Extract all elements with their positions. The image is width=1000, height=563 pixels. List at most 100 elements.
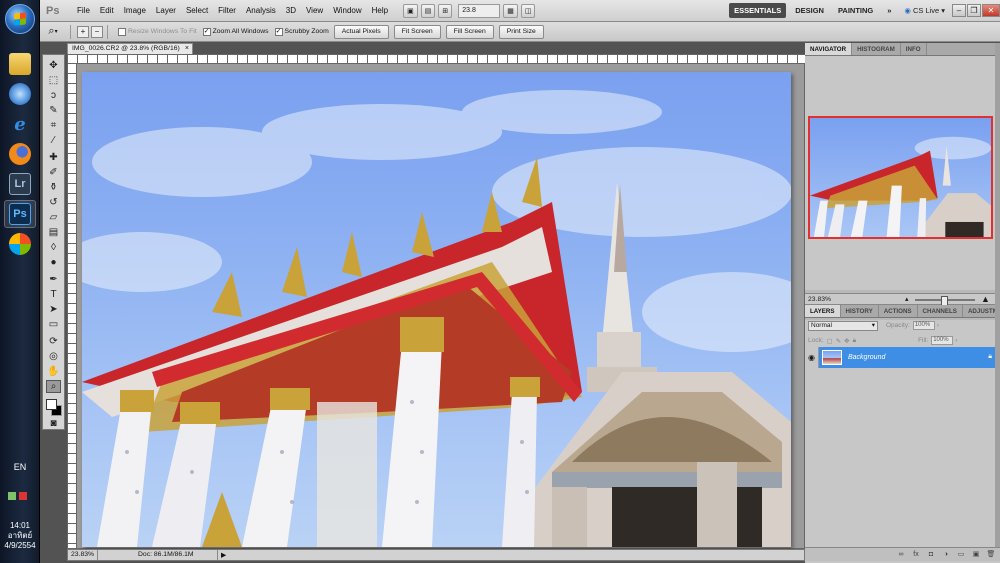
lock-all-icon[interactable]: 🔒︎: [853, 337, 856, 345]
blur-tool-icon[interactable]: ◊: [46, 241, 61, 254]
print-size-button[interactable]: Print Size: [498, 24, 544, 39]
zoom-all-windows-checkbox[interactable]: ✓ Zoom All Windows: [202, 27, 269, 36]
lock-transparency-icon[interactable]: ▢: [827, 337, 833, 345]
status-menu-arrow-icon[interactable]: ▶: [218, 551, 226, 559]
taskbar-internet-explorer[interactable]: e: [4, 110, 36, 138]
menu-filter[interactable]: Filter: [213, 6, 241, 15]
path-selection-tool-icon[interactable]: ➤: [46, 303, 61, 316]
fill-field[interactable]: 100%: [931, 336, 954, 345]
clock[interactable]: 14:01 อาทิตย์ 4/9/2554: [0, 521, 40, 551]
taskbar-media-player[interactable]: [4, 230, 36, 258]
new-group-icon[interactable]: ▭: [956, 550, 966, 559]
more-workspaces-button[interactable]: »: [882, 3, 896, 18]
menu-view[interactable]: View: [301, 6, 328, 15]
chevron-right-icon[interactable]: ›: [937, 322, 939, 329]
opacity-field[interactable]: 100%: [912, 321, 935, 330]
menu-window[interactable]: Window: [328, 6, 366, 15]
menu-edit[interactable]: Edit: [95, 6, 119, 15]
chevron-right-icon[interactable]: ›: [955, 337, 957, 344]
minimize-icon[interactable]: –: [952, 4, 966, 17]
tab-history[interactable]: HISTORY: [841, 305, 879, 317]
lock-pixels-icon[interactable]: ✎: [836, 337, 841, 345]
adjustment-layer-icon[interactable]: ◑: [941, 550, 951, 559]
taskbar-photoshop[interactable]: Ps: [4, 200, 36, 228]
horizontal-ruler[interactable]: [68, 55, 806, 64]
brush-tool-icon[interactable]: ✐: [46, 166, 61, 179]
3d-rotate-tool-icon[interactable]: ⟳: [46, 335, 61, 348]
restore-icon[interactable]: ❐: [967, 4, 981, 17]
cs-live-button[interactable]: ◉ CS Live ▾: [904, 6, 945, 15]
move-tool-icon[interactable]: ✥: [46, 59, 61, 72]
eyedropper-tool-icon[interactable]: ⁄: [46, 134, 61, 147]
close-icon[interactable]: ×: [185, 44, 189, 54]
link-layers-icon[interactable]: ∞: [896, 550, 906, 559]
tab-info[interactable]: INFO: [901, 43, 927, 55]
dodge-tool-icon[interactable]: ●: [46, 256, 61, 269]
fill-screen-button[interactable]: Fill Screen: [445, 24, 494, 39]
lasso-tool-icon[interactable]: ↄ: [46, 89, 61, 102]
taskbar-network[interactable]: [4, 80, 36, 108]
zoom-level-field[interactable]: 23.8: [458, 3, 501, 18]
crop-tool-icon[interactable]: ⌗: [46, 119, 61, 132]
new-layer-icon[interactable]: ▣: [971, 550, 981, 559]
menu-3d[interactable]: 3D: [281, 6, 301, 15]
spot-healing-tool-icon[interactable]: ✚: [46, 151, 61, 164]
tab-actions[interactable]: ACTIONS: [879, 305, 918, 317]
navigator-thumbnail[interactable]: [808, 116, 993, 239]
zoom-tool-preset[interactable]: ⌕ ▾: [40, 24, 66, 40]
vertical-ruler[interactable]: [68, 64, 77, 548]
resize-windows-checkbox[interactable]: Resize Windows To Fit: [118, 27, 197, 36]
eraser-tool-icon[interactable]: ▱: [46, 211, 61, 224]
layer-row-selected[interactable]: Background 🔒︎: [819, 346, 1000, 368]
history-brush-tool-icon[interactable]: ↺: [46, 196, 61, 209]
view-extras-button[interactable]: ⊞: [438, 3, 453, 18]
workspace-design[interactable]: DESIGN: [790, 3, 829, 18]
taskbar-firefox[interactable]: [4, 140, 36, 168]
image-canvas[interactable]: [82, 72, 791, 547]
flag-tray-icon[interactable]: [19, 492, 27, 500]
tab-navigator[interactable]: NAVIGATOR: [805, 43, 853, 55]
launch-bridge-button[interactable]: ▣: [403, 3, 418, 18]
foreground-color-swatch[interactable]: [46, 399, 57, 410]
workspace-essentials[interactable]: ESSENTIALS: [729, 3, 787, 18]
scrubby-zoom-checkbox[interactable]: ✓ Scrubby Zoom: [274, 27, 329, 36]
layer-mask-icon[interactable]: ◘: [926, 550, 936, 559]
zoom-in-mountain-icon[interactable]: ▲: [981, 294, 990, 304]
menu-layer[interactable]: Layer: [151, 6, 181, 15]
close-icon[interactable]: ✕: [982, 4, 1000, 17]
layer-style-icon[interactable]: fx: [911, 550, 921, 559]
network-tray-icon[interactable]: [8, 492, 16, 500]
type-tool-icon[interactable]: T: [46, 288, 61, 301]
layer-row-background[interactable]: ◉ Background 🔒︎: [805, 346, 1000, 368]
navigator-zoom-slider[interactable]: [915, 296, 975, 306]
arrange-documents-button[interactable]: ▦: [503, 3, 518, 18]
quick-mask-icon[interactable]: ◙: [46, 417, 61, 430]
tab-layers[interactable]: LAYERS: [805, 305, 841, 317]
menu-analysis[interactable]: Analysis: [241, 6, 281, 15]
shape-tool-icon[interactable]: ▭: [46, 318, 61, 331]
hand-tool-icon[interactable]: ✋: [46, 365, 61, 378]
workspace-painting[interactable]: PAINTING: [833, 3, 878, 18]
blend-mode-select[interactable]: Normal ▾: [808, 320, 878, 331]
launch-mini-bridge-button[interactable]: ▤: [420, 3, 436, 18]
menu-select[interactable]: Select: [181, 6, 213, 15]
eye-icon[interactable]: ◉: [805, 346, 819, 368]
panel-collapse-strip[interactable]: [995, 43, 1000, 548]
gradient-tool-icon[interactable]: ▤: [46, 226, 61, 239]
zoom-tool-icon[interactable]: ⌕: [46, 380, 61, 393]
lock-position-icon[interactable]: ✥: [844, 337, 849, 345]
navigator-zoom-value[interactable]: 23.83%: [808, 296, 831, 303]
fit-screen-button[interactable]: Fit Screen: [393, 24, 441, 39]
tab-histogram[interactable]: HISTOGRAM: [852, 43, 901, 55]
tab-channels[interactable]: CHANNELS: [918, 305, 963, 317]
menu-help[interactable]: Help: [367, 6, 393, 15]
trash-icon[interactable]: 🗑︎: [986, 550, 996, 559]
taskbar-explorer[interactable]: [4, 50, 36, 78]
menu-file[interactable]: File: [72, 6, 95, 15]
document-tab[interactable]: IMG_0026.CR2 @ 23.8% (RGB/16) ×: [67, 43, 193, 54]
language-indicator[interactable]: EN: [0, 462, 40, 472]
screen-mode-button[interactable]: ◫: [520, 3, 536, 18]
quick-selection-tool-icon[interactable]: ✎: [46, 104, 61, 117]
clone-stamp-tool-icon[interactable]: ⚱: [46, 181, 61, 194]
pen-tool-icon[interactable]: ✒: [46, 273, 61, 286]
